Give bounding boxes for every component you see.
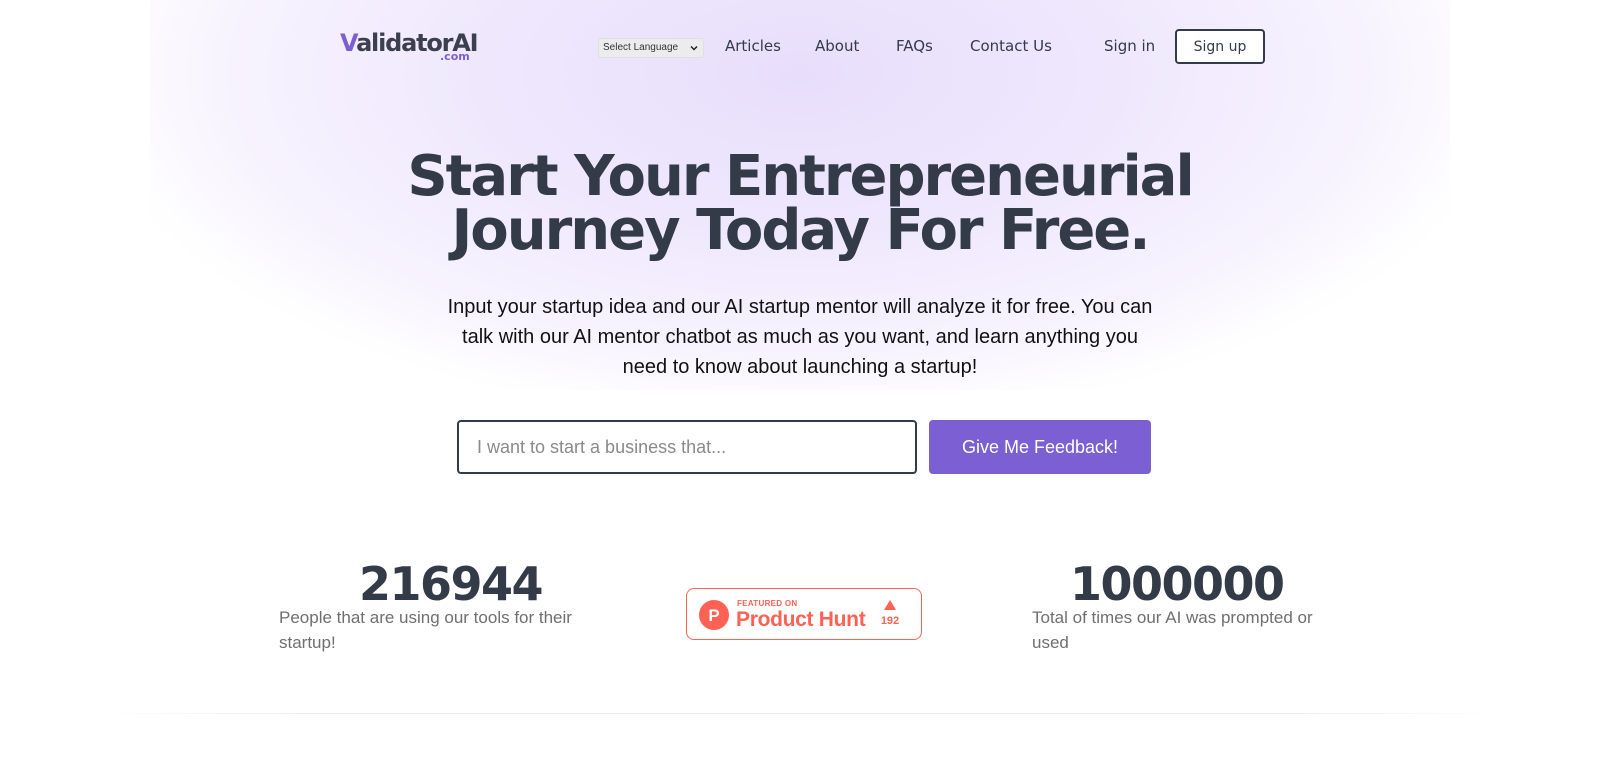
logo-v-letter: V	[340, 29, 357, 57]
product-hunt-name: Product Hunt	[736, 608, 866, 631]
hero-title-line-2: Journey Today For Free.	[451, 198, 1150, 263]
hero-subtitle: Input your startup idea and our AI start…	[447, 296, 1153, 378]
nav-articles[interactable]: Articles	[725, 36, 781, 56]
prompts-count: 1000000	[1070, 557, 1285, 611]
product-hunt-logo-icon: P	[699, 600, 729, 630]
upvote-triangle-icon	[884, 600, 896, 610]
nav-faqs[interactable]: FAQs	[896, 36, 933, 56]
startup-idea-input[interactable]	[457, 420, 917, 474]
product-hunt-logo-letter: P	[708, 606, 719, 625]
section-divider	[100, 713, 1500, 714]
users-description: People that are using our tools for thei…	[279, 608, 572, 652]
nav-about[interactable]: About	[815, 36, 859, 56]
language-select-label: Select Language	[603, 42, 679, 53]
language-select[interactable]: Select Language	[598, 38, 704, 58]
page: ValidatorAI .com Select Language Article…	[0, 0, 1600, 778]
give-feedback-button[interactable]: Give Me Feedback!	[929, 420, 1151, 474]
logo-domain: .com	[440, 50, 470, 63]
chevron-down-icon	[690, 45, 698, 51]
nav-contact-us[interactable]: Contact Us	[970, 36, 1052, 56]
sign-up-button[interactable]: Sign up	[1175, 29, 1265, 64]
product-hunt-upvote-count: 192	[880, 615, 900, 627]
product-hunt-featured-label: FEATURED ON	[737, 599, 798, 608]
product-hunt-badge[interactable]: P FEATURED ON Product Hunt 192	[686, 588, 922, 640]
users-count: 216944	[359, 557, 544, 611]
prompts-description: Total of times our AI was prompted or us…	[1032, 608, 1313, 652]
sign-in-link[interactable]: Sign in	[1104, 36, 1155, 56]
validatorai-logo[interactable]: ValidatorAI .com	[340, 28, 479, 64]
hero-title: Start Your Entrepreneurial Journey Today…	[300, 149, 1300, 259]
site-header: ValidatorAI .com Select Language Article…	[0, 0, 1600, 90]
